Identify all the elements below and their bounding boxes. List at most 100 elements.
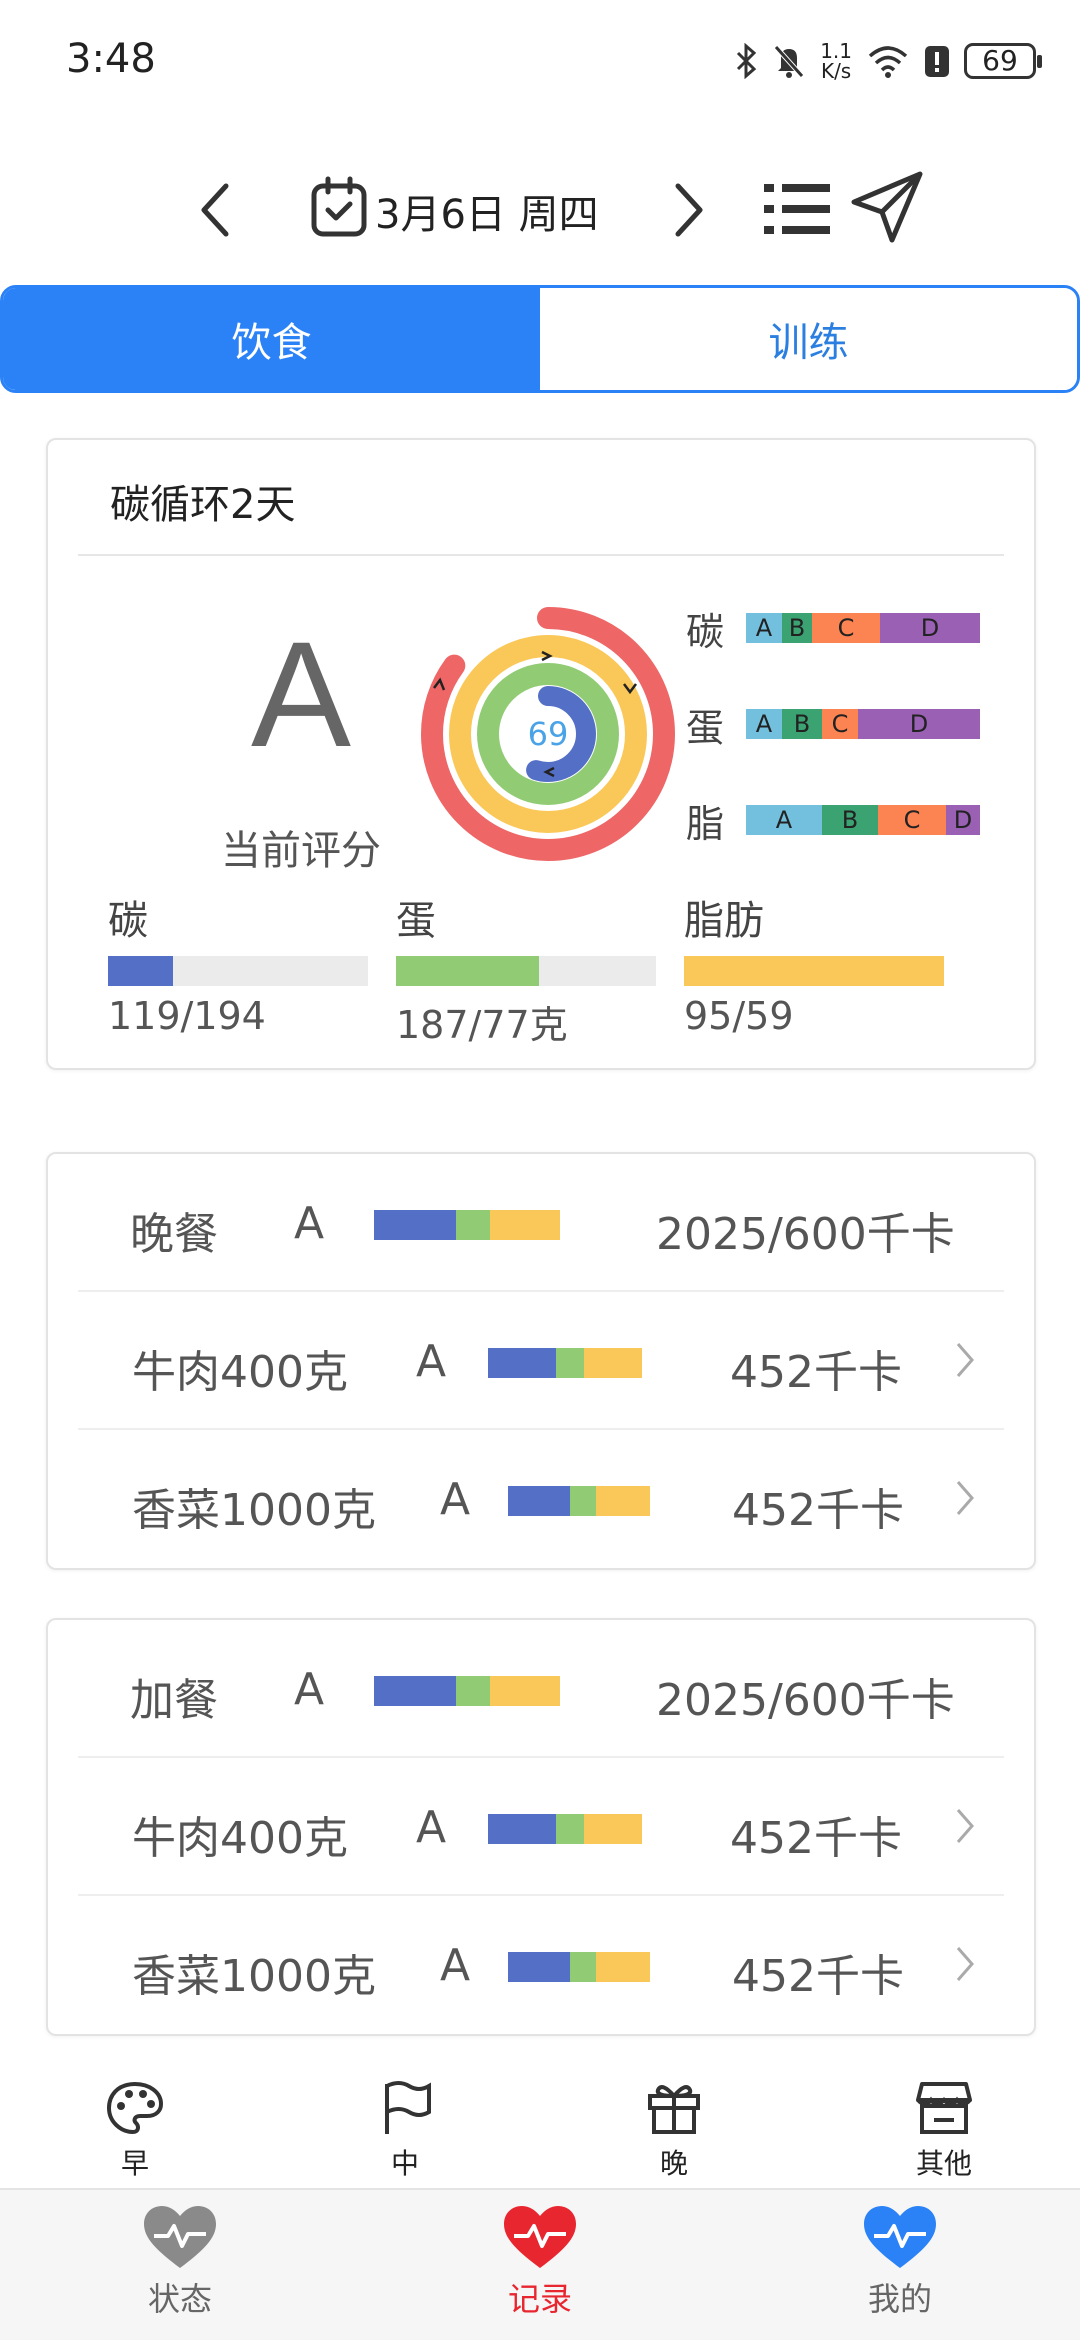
- scale-seg-b: B: [822, 805, 878, 835]
- food-name: 牛肉400克: [132, 1347, 348, 1398]
- date-navigation: 3月6日 周四: [0, 160, 1080, 260]
- food-grade: A: [440, 1940, 471, 1991]
- food-row[interactable]: 香菜1000克 A 452千卡: [78, 1430, 1004, 1568]
- food-kcal: 452千卡: [730, 1813, 902, 1864]
- wifi-icon: [866, 44, 910, 78]
- food-row[interactable]: 牛肉400克 A 452千卡: [78, 1758, 1004, 1896]
- scale-seg-a: A: [746, 805, 822, 835]
- chevron-right-icon[interactable]: [954, 1478, 976, 1522]
- battery-icon: 69: [964, 43, 1042, 79]
- scale-protein: 蛋 A B C D: [686, 704, 980, 750]
- palette-icon: [75, 2080, 195, 2136]
- shortcut-breakfast[interactable]: 早: [75, 2080, 195, 2182]
- ratio-fat: [584, 1348, 642, 1378]
- ratio-carb: [488, 1814, 556, 1844]
- nav-mine[interactable]: 我的: [820, 2204, 980, 2320]
- ratio-fat: [490, 1210, 560, 1240]
- macro-value: 95/59: [684, 994, 794, 1038]
- summary-card: 碳循环2天 A 当前评分 69 碳 A B C D 蛋 A B C D 脂 A …: [46, 438, 1036, 1070]
- nav-label: 状态: [147, 2280, 212, 2318]
- shortcut-label: 早: [120, 2147, 149, 2180]
- progress-track: [396, 956, 656, 986]
- progress-fill: [396, 956, 539, 986]
- shortcut-label: 中: [390, 2147, 419, 2180]
- food-name: 牛肉400克: [132, 1813, 348, 1864]
- ratio-protein: [556, 1348, 584, 1378]
- meal-grade: A: [294, 1198, 325, 1249]
- macro-carb: 碳 119/194: [108, 888, 368, 1038]
- macro-name: 蛋: [396, 898, 436, 944]
- scale-seg-b: B: [782, 709, 822, 739]
- macro-name: 脂肪: [684, 898, 764, 944]
- ratio-fat: [596, 1952, 650, 1982]
- status-bar: 3:48 1.1 K/s 69: [0, 0, 1080, 120]
- macro-value: 119/194: [108, 994, 266, 1038]
- net-speed-unit: K/s: [820, 59, 852, 83]
- progress-track: [684, 956, 944, 986]
- scale-label: 脂: [686, 801, 725, 846]
- scale-bar: A B C D: [746, 613, 980, 643]
- scale-bar: A B C D: [746, 709, 980, 739]
- nav-status[interactable]: 状态: [100, 2204, 260, 2320]
- ratio-carb: [488, 1348, 556, 1378]
- net-speed-value: 1.1: [820, 39, 852, 63]
- meal-grade: A: [294, 1664, 325, 1715]
- status-time: 3:48: [66, 36, 156, 82]
- list-icon[interactable]: [762, 180, 832, 242]
- meal-header[interactable]: 加餐 A 2025/600千卡: [78, 1620, 1004, 1758]
- scale-seg-c: C: [822, 709, 858, 739]
- chevron-right-icon[interactable]: [954, 1944, 976, 1988]
- tab-diet[interactable]: 饮食: [3, 288, 540, 390]
- net-speed: 1.1 K/s: [820, 41, 852, 81]
- ratio-fat: [596, 1486, 650, 1516]
- scale-label: 蛋: [686, 705, 725, 750]
- food-kcal: 452千卡: [732, 1951, 904, 2002]
- meal-kcal: 2025/600千卡: [656, 1675, 955, 1726]
- food-kcal: 452千卡: [730, 1347, 902, 1398]
- tab-bar: 饮食 训练: [0, 285, 1080, 393]
- shortcut-other[interactable]: 其他: [884, 2080, 1004, 2182]
- bell-off-icon: [772, 43, 806, 79]
- shortcut-label: 其他: [915, 2147, 972, 2180]
- tab-training[interactable]: 训练: [540, 288, 1077, 390]
- current-date[interactable]: 3月6日 周四: [375, 182, 599, 240]
- ring-center-value: 69: [527, 715, 569, 753]
- scale-seg-c: C: [812, 613, 880, 643]
- heart-pulse-icon: [460, 2204, 620, 2272]
- shortcut-dinner[interactable]: 晚: [614, 2080, 734, 2182]
- scale-fat: 脂 A B C D: [686, 800, 980, 846]
- food-row[interactable]: 牛肉400克 A 452千卡: [78, 1292, 1004, 1430]
- current-grade: A: [250, 610, 352, 778]
- bluetooth-icon: [734, 43, 758, 79]
- summary-title: 碳循环2天: [110, 482, 296, 528]
- macro-fat: 脂肪 95/59: [684, 888, 944, 1038]
- ratio-carb: [374, 1676, 456, 1706]
- alert-icon: [924, 43, 950, 79]
- ratio-protein: [570, 1952, 596, 1982]
- food-name: 香菜1000克: [132, 1485, 376, 1536]
- scale-seg-d: D: [880, 613, 980, 643]
- chevron-right-icon[interactable]: [668, 182, 708, 242]
- activity-rings: 69: [414, 600, 682, 868]
- scale-seg-d: D: [858, 709, 980, 739]
- store-icon: [884, 2080, 1004, 2136]
- chevron-left-icon[interactable]: [196, 182, 236, 242]
- meal-name: 晚餐: [130, 1209, 218, 1260]
- scale-seg-b: B: [782, 613, 812, 643]
- status-icons: 1.1 K/s 69: [734, 36, 1042, 86]
- meal-header[interactable]: 晚餐 A 2025/600千卡: [78, 1154, 1004, 1292]
- nav-record[interactable]: 记录: [460, 2204, 620, 2320]
- food-grade: A: [416, 1336, 447, 1387]
- ratio-carb: [508, 1952, 570, 1982]
- shortcut-lunch[interactable]: 中: [345, 2080, 465, 2182]
- chevron-right-icon[interactable]: [954, 1340, 976, 1384]
- send-icon[interactable]: [850, 170, 924, 248]
- heart-pulse-icon: [100, 2204, 260, 2272]
- chevron-right-icon[interactable]: [954, 1806, 976, 1850]
- scale-label: 碳: [686, 609, 725, 654]
- food-row[interactable]: 香菜1000克 A 452千卡: [78, 1896, 1004, 2034]
- nav-label: 记录: [507, 2280, 572, 2318]
- scale-bar: A B C D: [746, 805, 980, 835]
- meal-name: 加餐: [130, 1675, 218, 1726]
- calendar-check-icon[interactable]: [310, 176, 368, 242]
